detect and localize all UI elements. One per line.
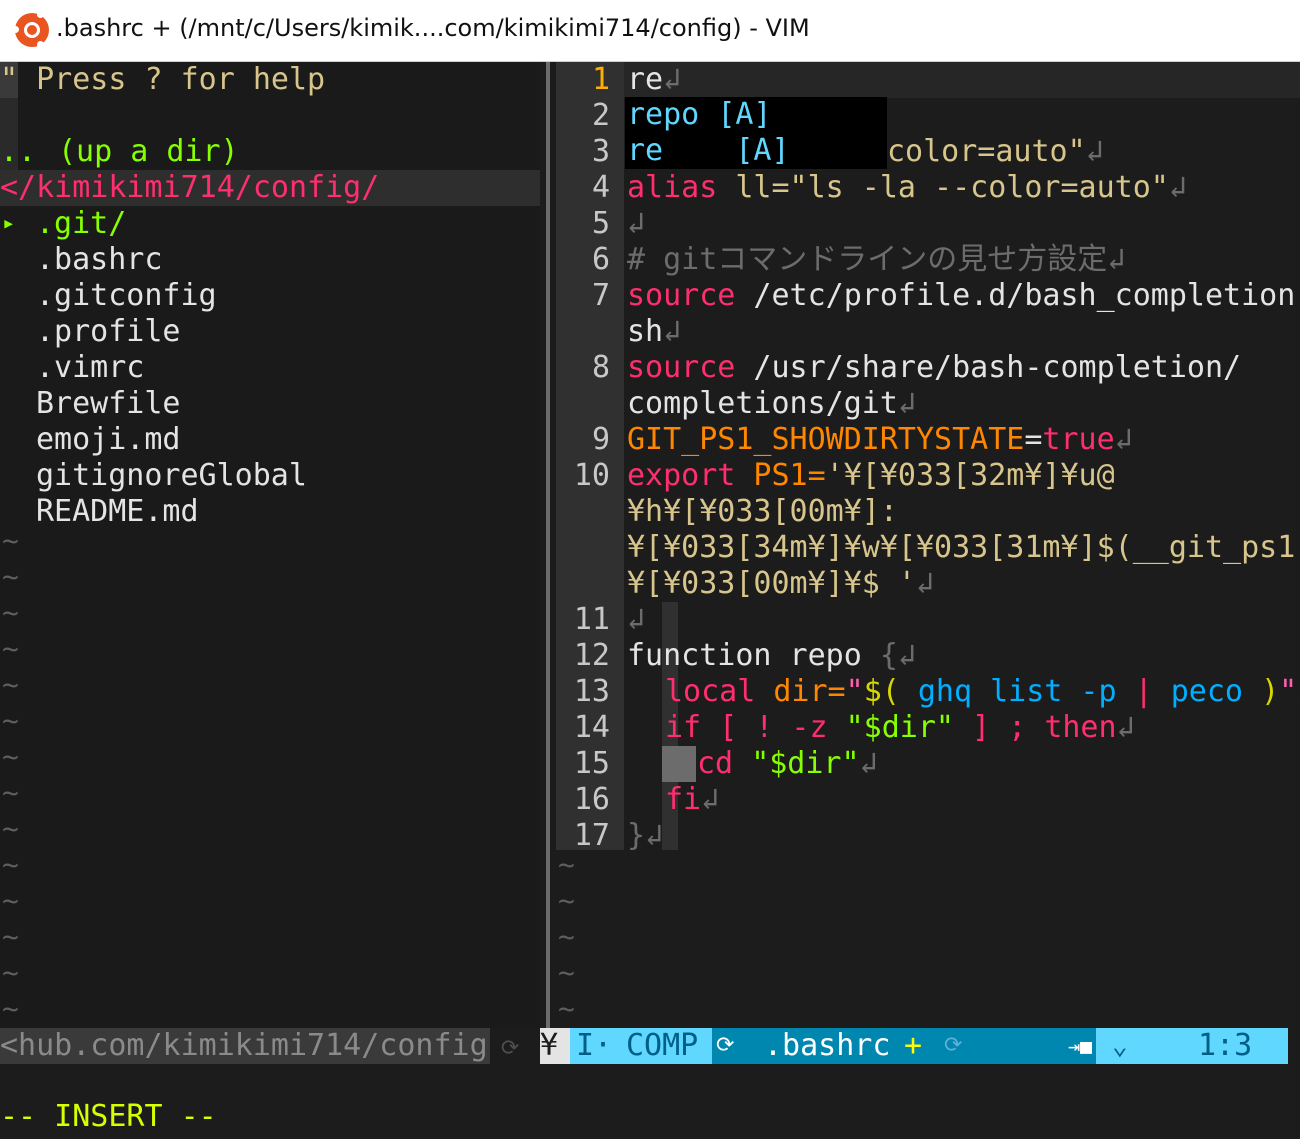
code-line-12[interactable]: function repo {↲ — [627, 638, 916, 674]
empty-line-marker: ~ — [558, 992, 575, 1025]
mode-short: I· — [576, 1028, 613, 1063]
completion-popup[interactable]: repo [A] re [A] — [625, 97, 887, 169]
editor-statusline: ¥ I· COMP ⟳ .bashrc + ⟳ ⇥■ ⌄ 1:3 — [540, 1028, 1288, 1064]
chevron-down-icon: ⌄ — [1112, 1031, 1128, 1061]
nerdtree-help: " Press ? for help — [0, 62, 326, 97]
empty-line-marker: ~ — [558, 920, 575, 953]
completion-item[interactable]: re [A] — [625, 133, 887, 169]
status-filename: .bashrc — [764, 1028, 891, 1063]
empty-line-marker: ~ — [2, 524, 19, 557]
git-branch-icon: ⟳ — [716, 1033, 735, 1058]
line-number: 3 — [591, 134, 610, 169]
nerdtree-statusline: <hub.com/kimikimi714/config ⟳ — [0, 1028, 520, 1064]
nerdtree-item-emoji[interactable]: emoji.md — [36, 422, 181, 458]
empty-line-marker: ~ — [558, 956, 575, 989]
code-line-9[interactable]: GIT_PS1_SHOWDIRTYSTATE=true↲ — [627, 422, 1133, 458]
empty-line-marker: ~ — [2, 992, 19, 1025]
nerdtree-item-gitconfig[interactable]: .gitconfig — [36, 278, 217, 314]
code-line-1[interactable]: re↲ — [627, 62, 682, 100]
empty-line-marker: ~ — [558, 884, 575, 917]
terminal[interactable]: " Press ? for help .. (up a dir) </kimik… — [0, 62, 1300, 1139]
command-line-mode: -- INSERT -- — [0, 1099, 217, 1134]
code-line-11[interactable]: ↲ — [627, 602, 645, 638]
code-line-15[interactable]: cd "$dir"↲ — [697, 746, 878, 782]
nerdtree-up-dir[interactable]: (up a dir) — [58, 134, 239, 170]
empty-line-marker: ~ — [2, 812, 19, 845]
line-number: 6 — [591, 242, 610, 277]
indent-highlight — [662, 746, 696, 782]
line-number: 15 — [573, 746, 610, 781]
completion-item[interactable]: repo [A] — [625, 97, 887, 133]
line-number: 14 — [573, 710, 610, 745]
empty-line-marker: ~ — [2, 560, 19, 593]
empty-line-marker: ~ — [2, 632, 19, 665]
code-line-3[interactable]: color=auto"↲ — [887, 134, 1104, 170]
code-line-10-wrap-3[interactable]: ¥[¥033[00m¥]¥$ '↲ — [627, 566, 934, 602]
code-line-7[interactable]: source /etc/profile.d/bash_completion. — [627, 278, 1300, 314]
line-number: 10 — [573, 458, 610, 493]
refresh-icon: ⟳ — [500, 1036, 520, 1061]
editor-pane[interactable]: 1 2 3 4 5 6 7 8 9 10 11 12 13 14 15 16 1… — [556, 62, 1300, 1028]
empty-line-marker: ~ — [2, 704, 19, 737]
nerdtree-item-bashrc[interactable]: .bashrc — [36, 242, 162, 278]
line-number: 11 — [573, 602, 610, 637]
code-line-10-wrap-1[interactable]: ¥h¥[¥033[00m¥]: — [627, 494, 898, 530]
empty-line-marker: ~ — [2, 776, 19, 809]
code-line-8[interactable]: source /usr/share/bash-completion/ — [627, 350, 1241, 386]
readonly-icon: ⟳ — [944, 1033, 963, 1058]
line-number: 1 — [591, 62, 610, 97]
line-number: 8 — [591, 350, 610, 385]
nerdtree-item-profile[interactable]: .profile — [36, 314, 181, 350]
line-number: 5 — [591, 206, 610, 241]
mode-indicator: COMP — [626, 1028, 699, 1063]
vertical-split[interactable] — [546, 62, 550, 1030]
nerdtree-item-readme[interactable]: README.md — [36, 494, 199, 530]
nerdtree-item-gitignore[interactable]: gitignoreGlobal — [36, 458, 307, 494]
code-line-10[interactable]: export PS1='¥[¥033[32m¥]¥u@ — [627, 458, 1115, 494]
empty-line-marker: ~ — [2, 596, 19, 629]
code-line-7-wrap[interactable]: sh↲ — [627, 314, 681, 350]
empty-line-marker: ~ — [2, 920, 19, 953]
cursorline — [624, 62, 1300, 98]
empty-line-marker: ~ — [2, 884, 19, 917]
code-line-13[interactable]: local dir="$( ghq list -p | peco )"↲ — [665, 674, 1300, 710]
line-number: 12 — [573, 638, 610, 673]
code-line-6[interactable]: # gitコマンドラインの見せ方設定↲ — [627, 242, 1125, 278]
line-number: 13 — [573, 674, 610, 709]
nerdtree-item-brewfile[interactable]: Brewfile — [36, 386, 181, 422]
empty-line-marker: ~ — [2, 848, 19, 881]
yen-mark: ¥ — [540, 1028, 570, 1064]
empty-line-marker: ~ — [2, 740, 19, 773]
code-line-5[interactable]: ↲ — [627, 206, 645, 242]
code-line-14[interactable]: if [ ! -z "$dir" ] ; then↲ — [665, 710, 1135, 746]
line-number: 7 — [591, 278, 610, 313]
line-number: 2 — [591, 98, 610, 133]
line-number: 4 — [591, 170, 610, 205]
code-line-17[interactable]: }↲ — [627, 818, 663, 854]
cursor-position: 1:3 — [1198, 1028, 1253, 1063]
empty-line-marker: ~ — [2, 956, 19, 989]
nerdtree-up-dots: .. — [0, 134, 37, 169]
code-line-4[interactable]: alias ll="ls -la --color=auto"↲ — [627, 170, 1187, 206]
code-line-16[interactable]: fi↲ — [665, 782, 719, 818]
line-number: 16 — [573, 782, 610, 817]
line-number: 9 — [591, 422, 610, 457]
cursor-marker-icon: ▸ — [2, 211, 16, 236]
nerdtree-pane[interactable]: " Press ? for help .. (up a dir) </kimik… — [0, 62, 540, 1028]
modified-flag: + — [904, 1028, 923, 1063]
nerdtree-item-git[interactable]: .git/ — [36, 206, 126, 242]
nerdtree-item-vimrc[interactable]: .vimrc — [36, 350, 144, 386]
cursor: ↲ — [663, 62, 682, 100]
empty-line-marker: ~ — [2, 668, 19, 701]
ubuntu-icon — [12, 11, 49, 48]
title-bar: .bashrc + (/mnt/c/Users/kimik....com/kim… — [0, 0, 1300, 62]
code-line-10-wrap-2[interactable]: ¥[¥033[34m¥]¥w¥[¥033[31m¥]$(__git_ps1) — [627, 530, 1300, 566]
arrow-icon: ⇥■ — [1068, 1034, 1093, 1058]
nerdtree-root[interactable]: </kimikimi714/config/ — [0, 170, 379, 206]
code-line-8-wrap[interactable]: completions/git↲ — [627, 386, 916, 422]
empty-line-marker: ~ — [558, 848, 575, 881]
window-title: .bashrc + (/mnt/c/Users/kimik....com/kim… — [56, 14, 810, 42]
